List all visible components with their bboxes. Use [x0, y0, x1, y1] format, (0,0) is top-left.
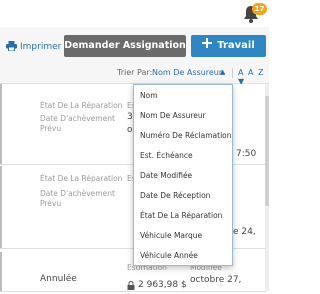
- expected-completion-label: Date D'achèvement Prévu: [40, 114, 115, 133]
- caret-up-icon[interactable]: ▲: [220, 68, 225, 76]
- time-value-partial: 7:50: [236, 149, 257, 159]
- modified-value: octobre 27,: [190, 275, 242, 285]
- request-assignment-button[interactable]: Demander Assignation: [64, 35, 186, 57]
- expected-completion-label: Date D'achèvement Prévu: [40, 189, 115, 208]
- sort-dropdown-menu: Nom Nom De Assureur Numéro De Réclamatio…: [133, 84, 233, 266]
- scrollbar-thumb[interactable]: [265, 96, 269, 206]
- date-value-partial: e 24,: [233, 227, 256, 237]
- print-button-label: Imprimer: [20, 42, 62, 52]
- sort-by-label: Trier Par:: [117, 68, 153, 77]
- card-edge: [0, 84, 2, 164]
- sort-option-vehicle-year[interactable]: Véhicule Année: [140, 251, 198, 260]
- repair-status-label: État De La Réparation: [40, 174, 123, 183]
- estimate-value: 2 963,98 $: [138, 279, 187, 290]
- new-work-button-label: Travail: [217, 40, 255, 51]
- notification-count-badge: 17: [252, 3, 267, 15]
- card-edge: [0, 166, 2, 248]
- card-edge: [0, 252, 2, 291]
- top-bar: [0, 0, 269, 27]
- sort-option-modified-date[interactable]: Date Modifiée: [140, 171, 192, 180]
- sort-option-received-date[interactable]: Date De Réception: [140, 191, 210, 200]
- sort-order-label: A A Z: [238, 68, 265, 77]
- sort-option-claim-number[interactable]: Numéro De Réclamation: [140, 131, 232, 140]
- print-button[interactable]: Imprimer: [6, 40, 61, 54]
- sort-option-name[interactable]: Nom: [140, 91, 158, 100]
- divider: [232, 68, 233, 78]
- sort-option-repair-status[interactable]: État De La Réparation: [140, 211, 222, 220]
- lock-icon: [127, 275, 135, 294]
- sort-option-insurer-name[interactable]: Nom De Assureur: [140, 111, 206, 120]
- new-work-button[interactable]: Travail: [191, 35, 266, 57]
- plus-icon: [202, 35, 213, 57]
- sort-option-vehicle-make[interactable]: Véhicule Marque: [140, 231, 202, 240]
- status-value: Annulée: [40, 274, 77, 284]
- sort-by-select[interactable]: Nom De Assureur: [152, 68, 222, 77]
- repair-status-label: État De La Réparation: [40, 101, 123, 110]
- estimate-row: 2 963,98 $: [127, 275, 187, 294]
- sort-option-due-date[interactable]: Est. Échéance: [140, 151, 193, 160]
- printer-icon: [6, 40, 17, 54]
